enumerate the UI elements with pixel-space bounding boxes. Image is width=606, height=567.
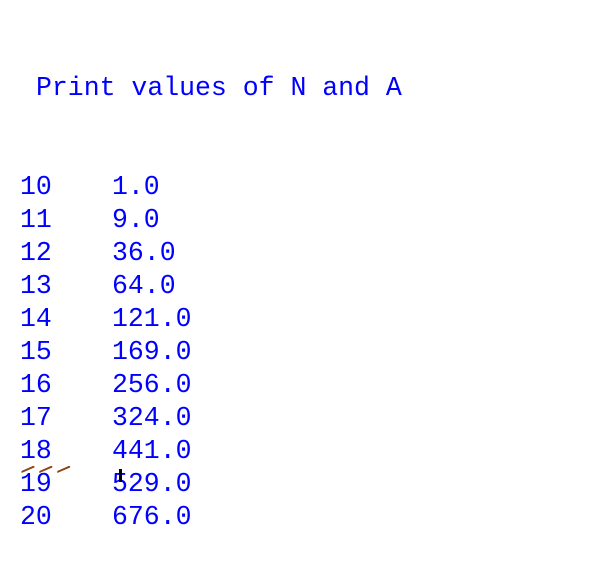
- value-n: 16: [20, 370, 52, 400]
- value-a: 121.0: [112, 304, 192, 334]
- text-cursor: [119, 469, 122, 482]
- value-n: 12: [20, 238, 52, 268]
- output-row: 11 9.0: [20, 204, 402, 237]
- output-row: 14 121.0: [20, 303, 402, 336]
- value-n: 20: [20, 502, 52, 532]
- output-row: 15 169.0: [20, 336, 402, 369]
- value-n: 14: [20, 304, 52, 334]
- output-row: 16 256.0: [20, 369, 402, 402]
- value-n: 15: [20, 337, 52, 367]
- value-a: 9.0: [112, 205, 160, 235]
- shell-output: Print values of N and A 10 1.0 11 9.0 12 36.0…: [20, 6, 402, 567]
- value-n: 10: [20, 172, 52, 202]
- value-a: 441.0: [112, 436, 192, 466]
- value-n: 17: [20, 403, 52, 433]
- output-heading: Print values of N and A: [36, 73, 402, 103]
- value-n: 18: [20, 436, 52, 466]
- output-row: 13 64.0: [20, 270, 402, 303]
- shell-input-line[interactable]: >>>: [20, 466, 220, 482]
- value-n: 13: [20, 271, 52, 301]
- value-a: 676.0: [112, 502, 192, 532]
- output-row: 18 441.0: [20, 435, 402, 468]
- output-row: 20 676.0: [20, 501, 402, 534]
- value-a: 256.0: [112, 370, 192, 400]
- output-row: 12 36.0: [20, 237, 402, 270]
- shell-prompt: >>>: [20, 466, 74, 482]
- value-a: 324.0: [112, 403, 192, 433]
- value-a: 169.0: [112, 337, 192, 367]
- value-n: 11: [20, 205, 52, 235]
- output-row: 17 324.0: [20, 402, 402, 435]
- value-a: 36.0: [112, 238, 176, 268]
- value-a: 64.0: [112, 271, 176, 301]
- value-a: 1.0: [112, 172, 160, 202]
- output-row: 10 1.0: [20, 171, 402, 204]
